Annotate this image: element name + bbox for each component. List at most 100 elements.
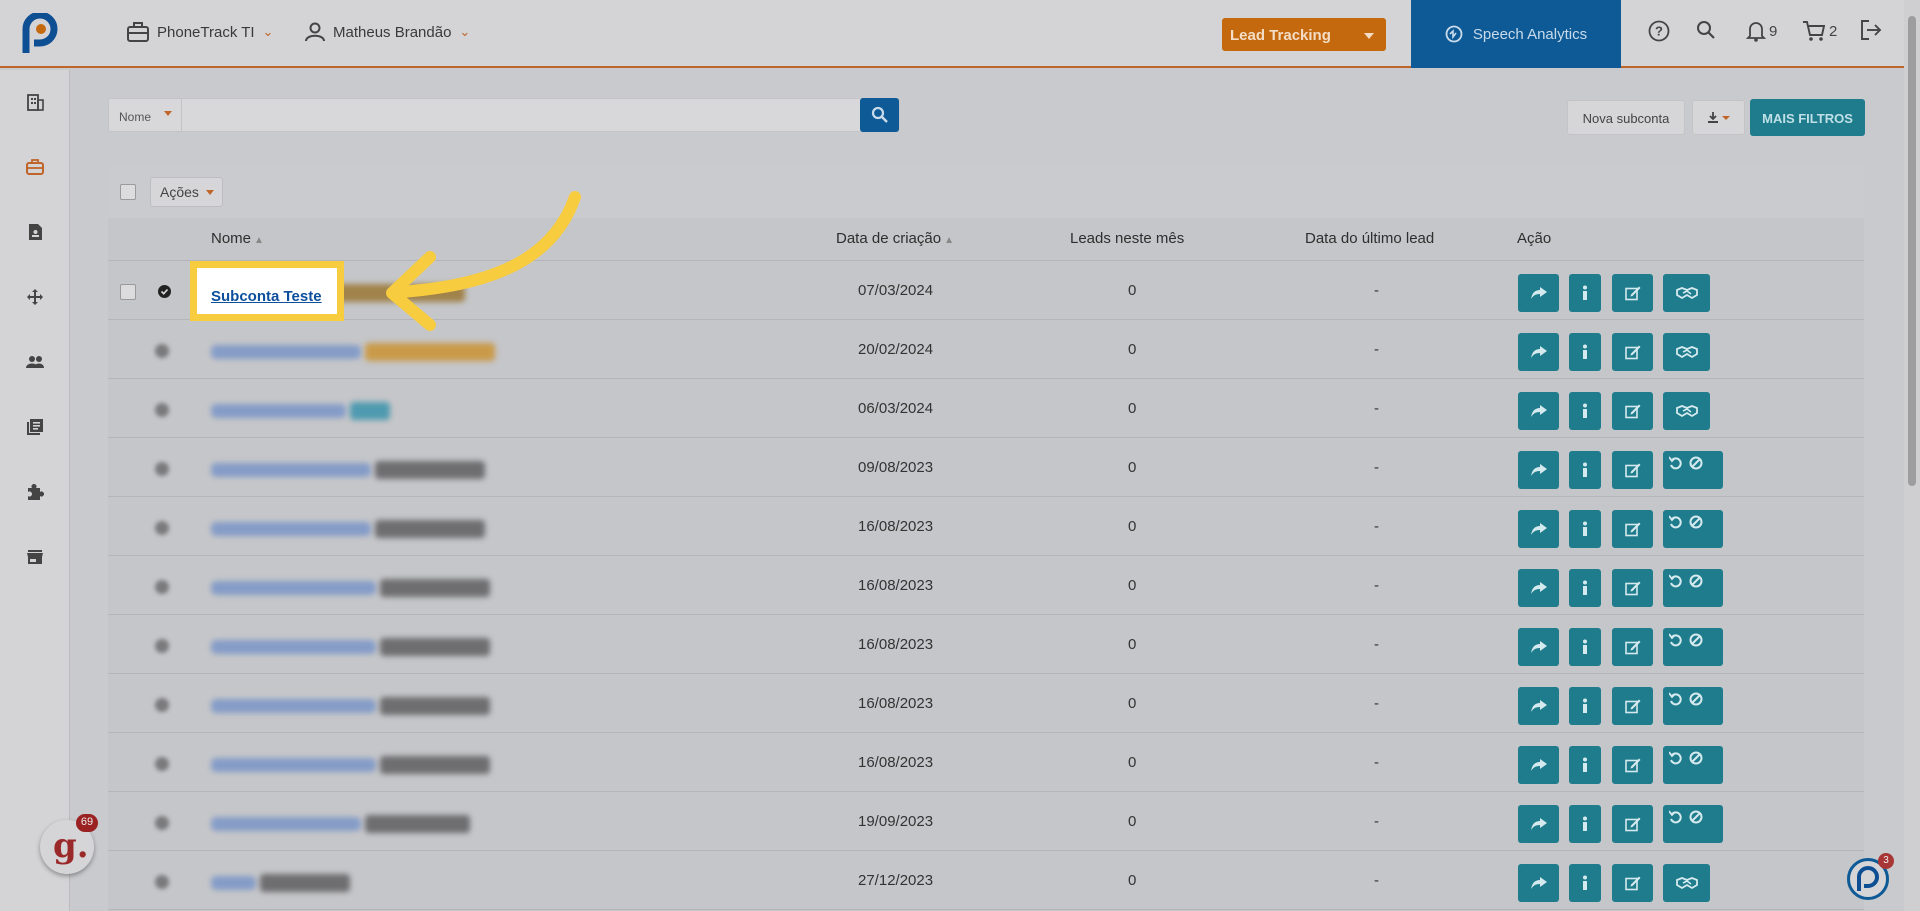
- info-button[interactable]: [1569, 451, 1601, 489]
- created-date: 27/12/2023: [858, 872, 934, 889]
- restore-block-button[interactable]: [1663, 451, 1723, 489]
- page-scrollbar[interactable]: [1904, 0, 1920, 911]
- users-icon[interactable]: [26, 353, 44, 371]
- restore-block-button[interactable]: [1663, 628, 1723, 666]
- phonetrack-logo[interactable]: [22, 13, 58, 55]
- more-filters-button[interactable]: MAIS FILTROS: [1750, 99, 1865, 136]
- handshake-button[interactable]: [1663, 864, 1710, 902]
- row-checkbox[interactable]: [120, 284, 136, 300]
- g-widget-button[interactable]: g. 69: [40, 814, 98, 874]
- handshake-button[interactable]: [1663, 392, 1710, 430]
- building-icon[interactable]: [26, 93, 44, 111]
- restore-block-button[interactable]: [1663, 746, 1723, 784]
- edit-button[interactable]: [1612, 687, 1653, 725]
- leads-count: 0: [1128, 872, 1137, 889]
- info-button[interactable]: [1569, 628, 1601, 666]
- access-button[interactable]: [1518, 451, 1559, 489]
- info-button[interactable]: [1569, 274, 1601, 312]
- edit-button[interactable]: [1612, 274, 1653, 312]
- select-all-checkbox[interactable]: [120, 184, 136, 200]
- subaccount-link[interactable]: Subconta Teste: [211, 288, 322, 305]
- subaccount-name-redacted[interactable]: [211, 404, 346, 418]
- restore-block-button[interactable]: [1663, 510, 1723, 548]
- chat-widget-button[interactable]: 3: [1847, 853, 1894, 900]
- edit-button[interactable]: [1612, 746, 1653, 784]
- edit-button[interactable]: [1612, 864, 1653, 902]
- table-row: 16/08/2023 0 -: [108, 557, 1864, 615]
- search-button[interactable]: [1696, 20, 1716, 40]
- restore-block-button[interactable]: [1663, 687, 1723, 725]
- store-icon[interactable]: [26, 548, 44, 566]
- briefcase-icon[interactable]: [26, 158, 44, 176]
- search-submit-button[interactable]: [860, 98, 899, 132]
- edit-icon: [1624, 345, 1640, 360]
- access-button[interactable]: [1518, 392, 1559, 430]
- account-selector[interactable]: PhoneTrack TI ⌄: [127, 22, 273, 42]
- download-button[interactable]: [1692, 100, 1745, 135]
- restore-block-button[interactable]: [1663, 805, 1723, 843]
- info-button[interactable]: [1569, 510, 1601, 548]
- move-arrows-icon[interactable]: [26, 288, 44, 306]
- edit-button[interactable]: [1612, 392, 1653, 430]
- access-button[interactable]: [1518, 864, 1559, 902]
- info-button[interactable]: [1569, 687, 1601, 725]
- column-header-name[interactable]: Nome ▲: [211, 230, 264, 247]
- edit-button[interactable]: [1612, 569, 1653, 607]
- restore-icon: [1669, 456, 1682, 470]
- edit-button[interactable]: [1612, 628, 1653, 666]
- edit-button[interactable]: [1612, 451, 1653, 489]
- restore-block-button[interactable]: [1663, 569, 1723, 607]
- access-button[interactable]: [1518, 510, 1559, 548]
- puzzle-icon[interactable]: [26, 483, 44, 501]
- column-header-created[interactable]: Data de criação ▲: [836, 230, 954, 247]
- notifications-button[interactable]: 9: [1746, 20, 1777, 42]
- access-button[interactable]: [1518, 274, 1559, 312]
- info-button[interactable]: [1569, 864, 1601, 902]
- user-selector[interactable]: Matheus Brandão ⌄: [305, 22, 470, 42]
- info-button[interactable]: [1569, 805, 1601, 843]
- info-button[interactable]: [1569, 333, 1601, 371]
- subaccount-name-redacted[interactable]: [211, 758, 376, 772]
- column-header-last-lead: Data do último lead: [1305, 230, 1434, 247]
- access-button[interactable]: [1518, 569, 1559, 607]
- new-subaccount-button[interactable]: Nova subconta: [1567, 100, 1685, 135]
- cart-button[interactable]: 2: [1802, 20, 1837, 42]
- search-icon: [1697, 21, 1715, 39]
- share-forward-icon: [1530, 877, 1547, 889]
- subaccount-name-redacted[interactable]: [211, 876, 256, 890]
- access-button[interactable]: [1518, 687, 1559, 725]
- subaccount-name-redacted[interactable]: [211, 463, 371, 477]
- sort-icon: ▲: [944, 235, 954, 246]
- product-select[interactable]: Lead Tracking: [1222, 18, 1386, 51]
- leads-count: 0: [1128, 695, 1137, 712]
- subaccount-name-redacted[interactable]: [211, 817, 361, 831]
- scrollbar-thumb[interactable]: [1908, 16, 1916, 486]
- subaccount-name-redacted[interactable]: [211, 345, 361, 359]
- logout-button[interactable]: [1860, 20, 1882, 40]
- contact-document-icon[interactable]: [26, 223, 44, 241]
- access-button[interactable]: [1518, 746, 1559, 784]
- library-books-icon[interactable]: [26, 418, 44, 436]
- bulk-actions-dropdown[interactable]: Ações: [150, 177, 223, 207]
- status-badge: [260, 874, 350, 892]
- handshake-button[interactable]: [1663, 333, 1710, 371]
- info-icon: [1583, 580, 1587, 595]
- search-input[interactable]: [184, 100, 894, 130]
- subaccount-name-redacted[interactable]: [211, 581, 376, 595]
- access-button[interactable]: [1518, 805, 1559, 843]
- subaccount-name-redacted[interactable]: [211, 699, 376, 713]
- info-button[interactable]: [1569, 746, 1601, 784]
- access-button[interactable]: [1518, 333, 1559, 371]
- info-button[interactable]: [1569, 569, 1601, 607]
- info-button[interactable]: [1569, 392, 1601, 430]
- edit-button[interactable]: [1612, 805, 1653, 843]
- subaccount-name-redacted[interactable]: [211, 640, 376, 654]
- edit-button[interactable]: [1612, 510, 1653, 548]
- help-button[interactable]: ?: [1648, 20, 1670, 42]
- subaccount-name-redacted[interactable]: [211, 522, 371, 536]
- edit-button[interactable]: [1612, 333, 1653, 371]
- handshake-button[interactable]: [1663, 274, 1710, 312]
- speech-analytics-link[interactable]: Speech Analytics: [1411, 0, 1621, 68]
- access-button[interactable]: [1518, 628, 1559, 666]
- search-field-select[interactable]: Nome: [109, 99, 182, 131]
